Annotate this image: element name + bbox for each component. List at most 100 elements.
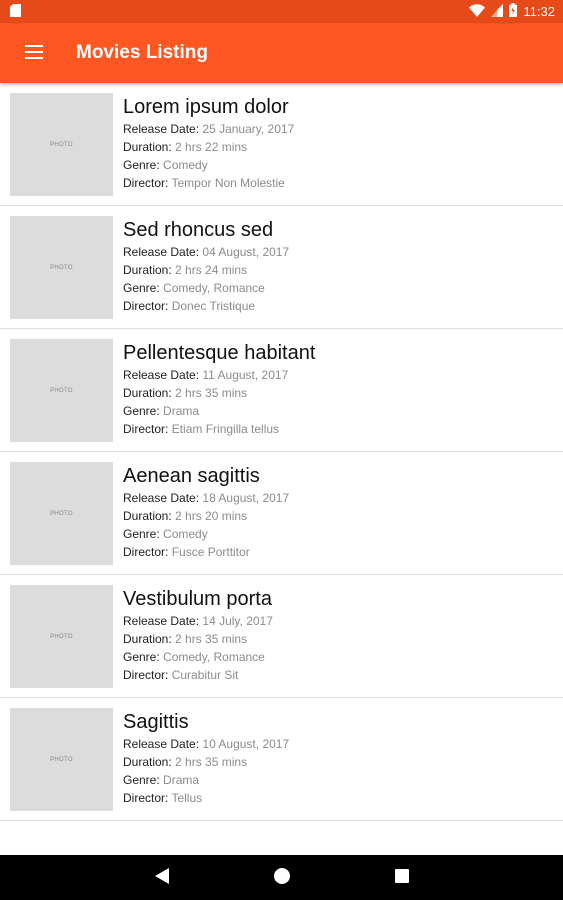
duration-value: 2 hrs 22 mins (175, 140, 248, 154)
genre-value: Comedy (163, 527, 208, 541)
status-time: 11:32 (523, 4, 555, 19)
duration-value: 2 hrs 24 mins (175, 263, 248, 277)
duration-label: Duration: (123, 386, 172, 400)
genre-row: Genre: Drama (123, 771, 289, 789)
director-value: Donec Tristique (171, 299, 256, 313)
director-label: Director: (123, 545, 169, 559)
release-date-value: 14 July, 2017 (202, 614, 273, 628)
release-date-value: 11 August, 2017 (202, 368, 289, 382)
director-label: Director: (123, 668, 169, 682)
duration-label: Duration: (123, 755, 172, 769)
movie-info: Aenean sagittis Release Date: 18 August,… (123, 462, 289, 561)
director-row: Director: Tempor Non Molestie (123, 174, 294, 192)
genre-row: Genre: Comedy (123, 525, 289, 543)
home-button[interactable] (222, 855, 342, 900)
signal-icon (491, 2, 504, 21)
movie-list-item[interactable]: PHOTO Vestibulum porta Release Date: 14 … (0, 575, 563, 698)
app-bar: Movies Listing (0, 23, 563, 83)
movie-title: Sed rhoncus sed (123, 219, 274, 241)
release-date-value: 18 August, 2017 (202, 491, 290, 505)
duration-row: Duration: 2 hrs 35 mins (123, 630, 273, 648)
duration-value: 2 hrs 35 mins (175, 755, 248, 769)
duration-value: 2 hrs 20 mins (175, 509, 248, 523)
release-date-row: Release Date: 10 August, 2017 (123, 735, 289, 753)
genre-value: Comedy (163, 158, 208, 172)
movie-list-item[interactable]: PHOTO Aenean sagittis Release Date: 18 A… (0, 452, 563, 575)
release-date-value: 25 January, 2017 (202, 122, 295, 136)
page-title: Movies Listing (76, 42, 208, 63)
movie-thumbnail: PHOTO (10, 585, 113, 688)
director-row: Director: Donec Tristique (123, 297, 289, 315)
release-date-value: 04 August, 2017 (202, 245, 290, 259)
movie-info: Lorem ipsum dolor Release Date: 25 Janua… (123, 93, 294, 192)
back-icon (154, 867, 169, 888)
genre-label: Genre: (123, 527, 160, 541)
wifi-icon (469, 2, 486, 21)
director-label: Director: (123, 791, 169, 805)
director-row: Director: Tellus (123, 789, 289, 807)
genre-row: Genre: Comedy (123, 156, 294, 174)
photo-placeholder-label: PHOTO (50, 141, 73, 148)
movie-info: Vestibulum porta Release Date: 14 July, … (123, 585, 273, 684)
recents-button[interactable] (342, 855, 462, 900)
director-row: Director: Fusce Porttitor (123, 543, 289, 561)
release-date-label: Release Date: (123, 368, 200, 382)
photo-placeholder-label: PHOTO (50, 264, 73, 271)
genre-row: Genre: Comedy, Romance (123, 279, 289, 297)
genre-value: Comedy, Romance (163, 650, 265, 664)
movie-list[interactable]: PHOTO Lorem ipsum dolor Release Date: 25… (0, 83, 563, 855)
genre-label: Genre: (123, 773, 160, 787)
home-icon (273, 867, 290, 888)
release-date-label: Release Date: (123, 614, 200, 628)
recents-icon (394, 868, 409, 887)
release-date-row: Release Date: 04 August, 2017 (123, 243, 289, 261)
photo-placeholder-label: PHOTO (50, 633, 73, 640)
release-date-row: Release Date: 14 July, 2017 (123, 612, 273, 630)
duration-row: Duration: 2 hrs 22 mins (123, 138, 294, 156)
movie-list-item[interactable]: PHOTO Sed rhoncus sed Release Date: 04 A… (0, 206, 563, 329)
photo-placeholder-label: PHOTO (50, 510, 73, 517)
genre-row: Genre: Drama (123, 402, 315, 420)
movie-list-item[interactable]: PHOTO Lorem ipsum dolor Release Date: 25… (0, 83, 563, 206)
genre-value: Comedy, Romance (163, 281, 265, 295)
genre-label: Genre: (123, 158, 160, 172)
director-label: Director: (123, 422, 169, 436)
duration-label: Duration: (123, 632, 172, 646)
director-row: Director: Curabitur Sit (123, 666, 273, 684)
movie-thumbnail: PHOTO (10, 93, 113, 196)
movie-list-item[interactable]: PHOTO Sagittis Release Date: 10 August, … (0, 698, 563, 821)
release-date-label: Release Date: (123, 245, 200, 259)
director-value: Fusce Porttitor (171, 545, 250, 559)
release-date-row: Release Date: 25 January, 2017 (123, 120, 294, 138)
genre-row: Genre: Comedy, Romance (123, 648, 273, 666)
release-date-row: Release Date: 18 August, 2017 (123, 489, 289, 507)
release-date-value: 10 August, 2017 (202, 737, 290, 751)
duration-label: Duration: (123, 509, 172, 523)
battery-charging-icon (509, 2, 518, 21)
genre-value: Drama (163, 404, 200, 418)
director-label: Director: (123, 299, 169, 313)
duration-value: 2 hrs 35 mins (175, 632, 248, 646)
movie-info: Pellentesque habitant Release Date: 11 A… (123, 339, 315, 438)
duration-row: Duration: 2 hrs 24 mins (123, 261, 289, 279)
duration-row: Duration: 2 hrs 20 mins (123, 507, 289, 525)
movie-title: Vestibulum porta (123, 588, 272, 610)
movie-thumbnail: PHOTO (10, 708, 113, 811)
duration-label: Duration: (123, 140, 172, 154)
movie-title: Sagittis (123, 711, 189, 733)
release-date-label: Release Date: (123, 737, 200, 751)
duration-value: 2 hrs 35 mins (175, 386, 248, 400)
menu-button[interactable] (0, 23, 68, 83)
sd-card-icon (10, 2, 21, 21)
movie-list-item[interactable]: PHOTO Pellentesque habitant Release Date… (0, 329, 563, 452)
navigation-bar (0, 855, 563, 900)
director-row: Director: Etiam Fringilla tellus (123, 420, 315, 438)
photo-placeholder-label: PHOTO (50, 756, 73, 763)
back-button[interactable] (102, 855, 222, 900)
screen: 11:32 Movies Listing PHOTO Lorem ipsum d… (0, 0, 563, 900)
director-label: Director: (123, 176, 169, 190)
director-value: Curabitur Sit (171, 668, 239, 682)
movie-info: Sed rhoncus sed Release Date: 04 August,… (123, 216, 289, 315)
movie-thumbnail: PHOTO (10, 216, 113, 319)
release-date-label: Release Date: (123, 491, 200, 505)
